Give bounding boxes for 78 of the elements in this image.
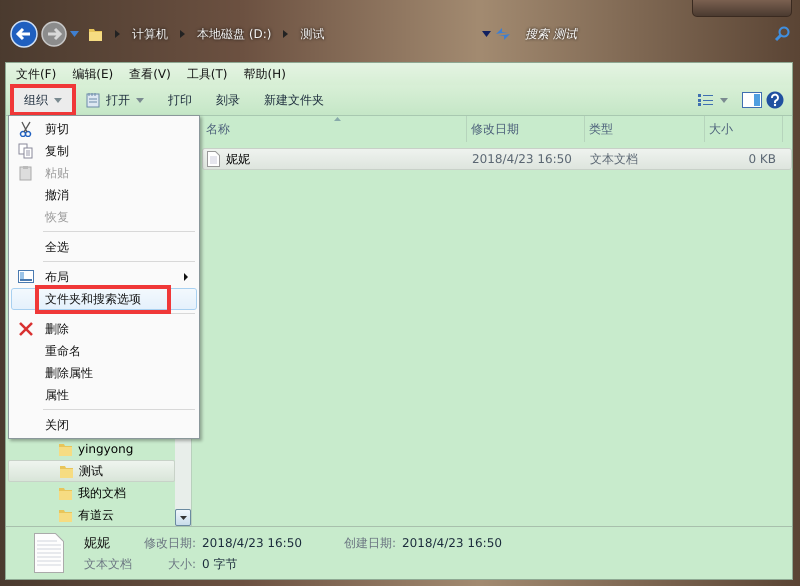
menu-item[interactable]: 帮助(H) <box>244 66 286 82</box>
folder-icon <box>58 485 72 501</box>
property-label: 创建日期: <box>344 534 396 552</box>
breadcrumb-item[interactable]: 测试 <box>300 26 324 42</box>
notepad-icon <box>86 92 100 108</box>
scroll-down-button[interactable] <box>175 509 191 526</box>
preview-pane-icon[interactable] <box>742 92 762 108</box>
folder-icon <box>88 26 103 42</box>
menu-item[interactable]: 删除 <box>11 318 197 340</box>
submenu-arrow-icon <box>184 273 188 281</box>
table-cell-text: 文本文档 <box>589 150 639 168</box>
file-name: 妮妮 <box>84 534 111 552</box>
folder-icon <box>58 507 72 523</box>
menu-item[interactable]: 复制 <box>11 140 197 162</box>
menu-item[interactable]: 编辑(E) <box>72 66 114 82</box>
search-field[interactable]: 搜索 测试 <box>523 26 763 42</box>
menu-item[interactable]: 布局 <box>11 266 197 288</box>
menu-item[interactable]: 剪切 <box>11 118 197 140</box>
window-caption-buttons[interactable] <box>692 0 792 17</box>
address-dropdown-icon[interactable] <box>482 31 491 37</box>
property-label: 大小: <box>167 556 196 572</box>
chevron-icon <box>180 30 185 38</box>
toolbar-button[interactable]: 组织 <box>14 88 72 112</box>
menu-item[interactable]: 删除属性 <box>11 362 197 384</box>
text-file-icon <box>207 151 220 167</box>
sort-arrow-icon <box>334 117 341 121</box>
folder-icon <box>59 463 73 479</box>
clipboard-icon <box>18 165 34 181</box>
toolbar-button[interactable]: 打开 <box>76 88 154 112</box>
column-header[interactable]: 大小 <box>705 116 783 142</box>
caret-icon <box>136 98 144 102</box>
help-icon[interactable] <box>766 91 784 109</box>
caret-icon <box>54 98 62 102</box>
chevron-icon <box>283 30 288 38</box>
column-header[interactable]: 修改日期 <box>467 116 585 142</box>
table-cell-text: 0 KB <box>747 152 777 166</box>
column-header[interactable]: 名称 <box>202 116 467 142</box>
details-view-icon <box>698 94 714 106</box>
file-row[interactable]: 妮妮 2018/4/23 16:50 文本文档 0 KB <box>202 148 792 170</box>
caret-icon <box>720 98 728 102</box>
text-file-icon <box>34 533 64 573</box>
nav-item[interactable]: 有道云 <box>8 504 175 526</box>
menu-item[interactable]: 文件(F) <box>16 66 56 82</box>
menu-item[interactable]: 关闭 <box>11 414 197 436</box>
toolbar-button[interactable]: 刻录 <box>206 88 250 112</box>
chevron-icon <box>115 30 120 38</box>
menu-item[interactable]: 全选 <box>11 236 197 258</box>
table-cell-text: 2018/4/23 16:50 <box>471 152 573 166</box>
breadcrumb-item[interactable]: 本地磁盘 (D:) <box>197 26 272 42</box>
nav-item[interactable]: 我的文档 <box>8 482 175 504</box>
search-icon[interactable] <box>774 26 790 42</box>
menu-item[interactable]: 属性 <box>11 384 197 406</box>
back-button[interactable] <box>10 20 38 48</box>
file-type: 文本文档 <box>84 556 133 572</box>
history-caret-icon[interactable] <box>70 31 79 37</box>
folder-icon <box>58 441 72 457</box>
toolbar-button[interactable]: 新建文件夹 <box>254 88 334 112</box>
copy-icon <box>18 143 34 159</box>
menu-item[interactable]: 工具(T) <box>186 66 228 82</box>
property-value: 2018/4/23 16:50 <box>202 536 302 550</box>
file-name: 妮妮 <box>226 150 250 168</box>
menu-item[interactable]: 重命名 <box>11 340 197 362</box>
nav-item[interactable]: yingyong <box>8 438 175 460</box>
nav-item[interactable]: 测试 <box>8 460 175 482</box>
menu-item[interactable]: 查看(V) <box>129 66 171 82</box>
forward-button[interactable] <box>41 21 67 47</box>
menu-item[interactable]: 撤消 <box>11 184 197 206</box>
property-value: 2018/4/23 16:50 <box>402 536 502 550</box>
layout-icon <box>18 269 34 285</box>
toolbar-button[interactable]: 打印 <box>158 88 202 112</box>
property-label: 修改日期: <box>144 534 196 552</box>
address-field[interactable]: 计算机 本地磁盘 (D:) 测试 <box>88 23 479 45</box>
delete-icon <box>18 321 34 337</box>
column-header[interactable]: 类型 <box>585 116 705 142</box>
breadcrumb-item[interactable]: 计算机 <box>132 26 168 42</box>
down-arrow-icon <box>180 516 186 520</box>
scissors-icon <box>18 121 34 137</box>
property-value: 0 字节 <box>202 556 238 572</box>
